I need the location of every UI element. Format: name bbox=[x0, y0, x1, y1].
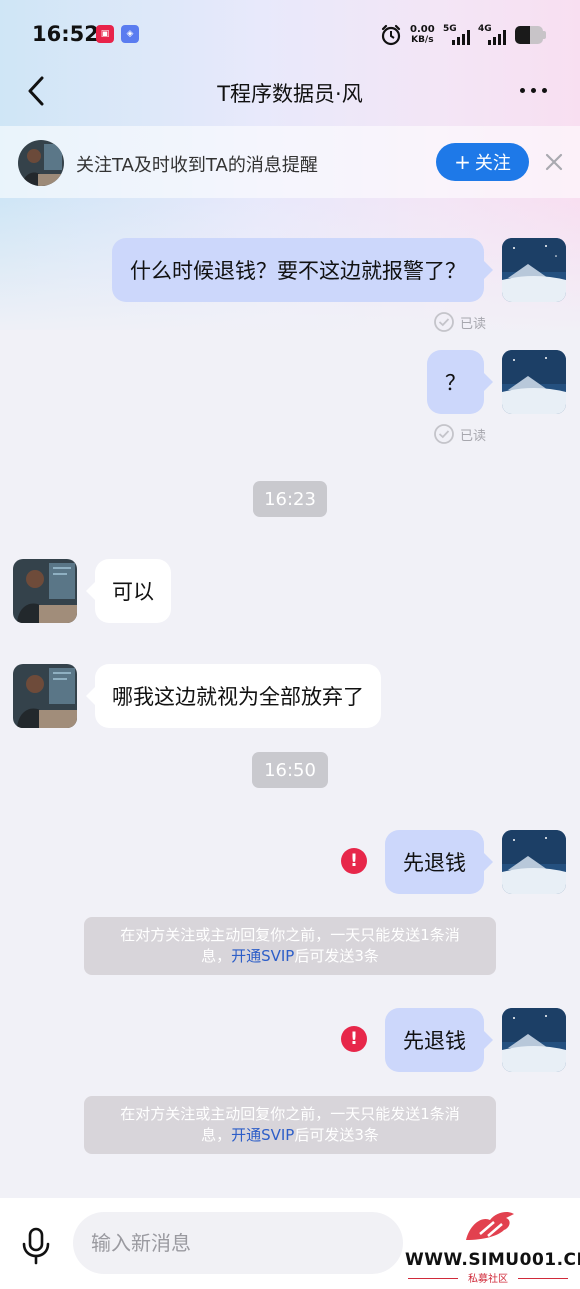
snow-cabin-avatar-icon bbox=[502, 350, 566, 414]
bubble-tail bbox=[484, 261, 493, 279]
self-avatar[interactable] bbox=[502, 238, 566, 302]
self-avatar[interactable] bbox=[502, 830, 566, 894]
site-logo-icon bbox=[466, 1212, 514, 1240]
sim1-signal-bars-icon bbox=[452, 29, 470, 45]
notice-line1: 在对方关注或主动回复你之前，一天只能发送1条消 bbox=[120, 926, 460, 944]
plus-icon: + bbox=[454, 150, 471, 174]
send-failed-icon[interactable]: ! bbox=[341, 1026, 367, 1052]
follow-button[interactable]: + 关注 bbox=[436, 143, 529, 181]
notice-line2: 息，开通SVIP后可发送3条 bbox=[84, 946, 496, 967]
message-bubble-self[interactable]: ？ bbox=[427, 350, 484, 414]
network-speed-unit: KB/s bbox=[411, 35, 434, 45]
watermark-subtitle: 私募社区 bbox=[468, 1274, 508, 1285]
snow-cabin-avatar-icon bbox=[502, 238, 566, 302]
message-bubble-self[interactable]: 先退钱 bbox=[385, 830, 484, 894]
read-receipt: 已读 bbox=[434, 424, 486, 444]
notice-text: 后可发送3条 bbox=[294, 1126, 379, 1144]
status-time: 16:52 bbox=[32, 22, 99, 46]
bubble-tail bbox=[86, 582, 95, 600]
contact-avatar[interactable] bbox=[13, 664, 77, 728]
message-text: 先退钱 bbox=[403, 851, 466, 875]
send-failed-icon[interactable]: ! bbox=[341, 848, 367, 874]
message-text: 可以 bbox=[112, 580, 154, 604]
sim2-signal-bars-icon bbox=[488, 29, 506, 45]
send-limit-notice: 在对方关注或主动回复你之前，一天只能发送1条消 息，开通SVIP后可发送3条 bbox=[84, 917, 496, 975]
follow-banner-text: 关注TA及时收到TA的消息提醒 bbox=[76, 155, 318, 176]
notice-line2: 息，开通SVIP后可发送3条 bbox=[84, 1125, 496, 1146]
snow-cabin-avatar-icon bbox=[502, 1008, 566, 1072]
notice-text: 息， bbox=[201, 1126, 232, 1144]
message-bubble-other[interactable]: 可以 bbox=[95, 559, 171, 623]
network-speed: 0.00 KB/s bbox=[410, 24, 435, 46]
notice-text: 后可发送3条 bbox=[294, 947, 379, 965]
read-status-text: 已读 bbox=[460, 316, 487, 332]
ellipsis-icon[interactable] bbox=[515, 78, 551, 102]
notice-line1: 在对方关注或主动回复你之前，一天只能发送1条消 bbox=[120, 1105, 460, 1123]
message-bubble-other[interactable]: 哪我这边就视为全部放弃了 bbox=[95, 664, 381, 728]
bubble-tail bbox=[484, 853, 493, 871]
page-title: T程序数据员·风 bbox=[217, 82, 363, 106]
notice-text: 息， bbox=[201, 947, 232, 965]
check-circle-icon bbox=[434, 424, 454, 444]
contact-avatar[interactable] bbox=[13, 559, 77, 623]
close-icon[interactable] bbox=[543, 151, 565, 173]
message-bubble-self[interactable]: 先退钱 bbox=[385, 1008, 484, 1072]
bubble-tail bbox=[484, 373, 493, 391]
self-avatar[interactable] bbox=[502, 350, 566, 414]
open-svip-link[interactable]: 开通SVIP bbox=[231, 1126, 294, 1144]
message-text: 什么时候退钱？要不这边就报警了？ bbox=[130, 259, 466, 283]
send-limit-notice: 在对方关注或主动回复你之前，一天只能发送1条消 息，开通SVIP后可发送3条 bbox=[84, 1096, 496, 1154]
battery-tip bbox=[543, 31, 546, 39]
open-svip-link[interactable]: 开通SVIP bbox=[231, 947, 294, 965]
message-text: 先退钱 bbox=[403, 1029, 466, 1053]
watermark-site: WWW.SIMU001.CN bbox=[405, 1250, 580, 1270]
self-avatar[interactable] bbox=[502, 1008, 566, 1072]
bubble-tail bbox=[86, 687, 95, 705]
contact-avatar-small[interactable] bbox=[18, 140, 64, 186]
message-text: 哪我这边就视为全部放弃了 bbox=[112, 685, 364, 709]
message-bubble-self[interactable]: 什么时候退钱？要不这边就报警了？ bbox=[112, 238, 484, 302]
person-at-desk-icon bbox=[13, 559, 77, 623]
person-at-desk-icon bbox=[13, 664, 77, 728]
alarm-icon bbox=[381, 24, 401, 46]
watermark-divider bbox=[408, 1278, 458, 1279]
message-input[interactable] bbox=[73, 1212, 403, 1274]
read-status-text: 已读 bbox=[460, 428, 487, 444]
battery-icon bbox=[515, 26, 543, 44]
message-text: ？ bbox=[445, 371, 466, 395]
read-receipt: 已读 bbox=[434, 312, 486, 332]
follow-button-label: 关注 bbox=[474, 153, 511, 174]
timestamp-divider: 16:50 bbox=[252, 752, 328, 788]
microphone-icon[interactable] bbox=[20, 1226, 52, 1266]
battery-level bbox=[515, 26, 531, 44]
bubble-tail bbox=[484, 1031, 493, 1049]
network-speed-value: 0.00 bbox=[410, 24, 435, 35]
person-at-desk-icon bbox=[18, 140, 64, 186]
timestamp-divider: 16:23 bbox=[253, 481, 327, 517]
watermark-divider bbox=[518, 1278, 568, 1279]
tag-app-icon: ◈ bbox=[121, 25, 139, 43]
snow-cabin-avatar-icon bbox=[502, 830, 566, 894]
app-badge-icon: ▣ bbox=[96, 25, 114, 43]
check-circle-icon bbox=[434, 312, 454, 332]
